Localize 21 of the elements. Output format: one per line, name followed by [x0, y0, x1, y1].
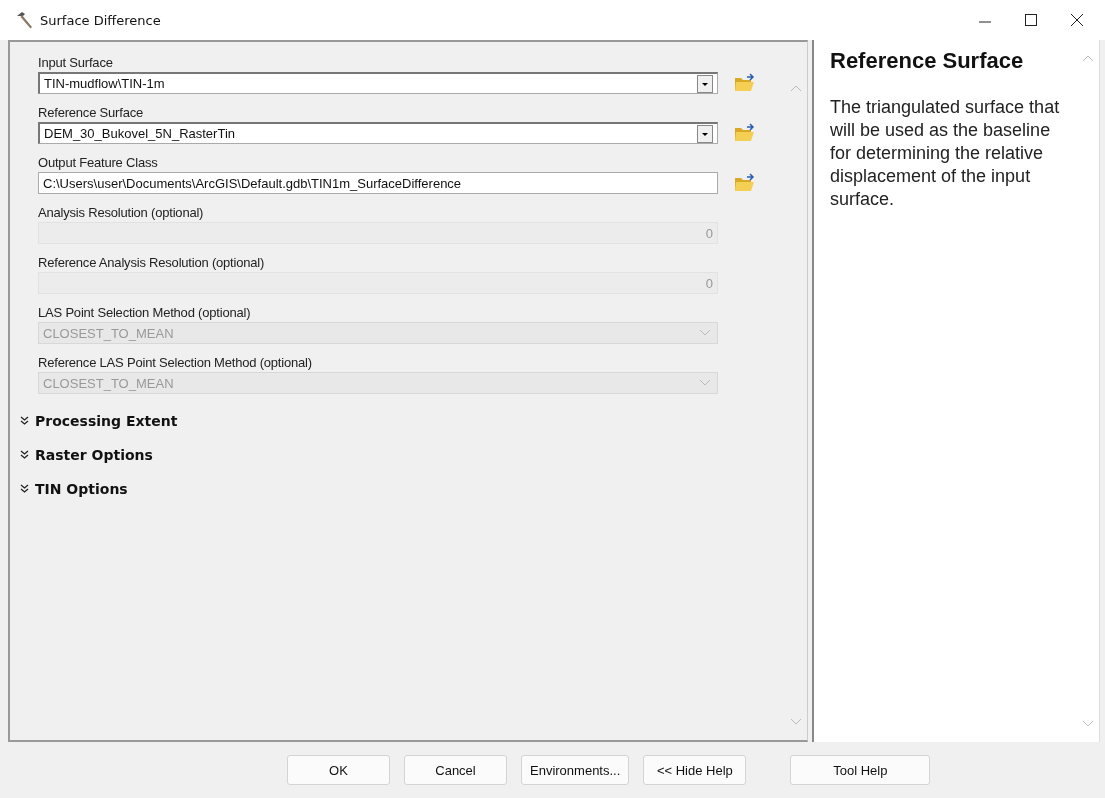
input-field[interactable]: DEM_30_Bukovel_5N_RasterTin	[38, 122, 718, 144]
window-title: Surface Difference	[40, 12, 161, 28]
help-text: The triangulated surface that will be used as the baseline for determining the relative displacement of the input surface.	[830, 96, 1061, 211]
parameter-label: Reference Analysis Resolution (optional)	[38, 254, 266, 272]
input-field[interactable]: TIN-mudflow\TIN-1m	[38, 72, 718, 94]
parameter-label: Output Feature Class	[38, 154, 159, 172]
section-header[interactable]: TIN Options	[20, 472, 785, 506]
input-field[interactable]: C:\Users\user\Documents\ArcGIS\Default.gdb\TIN1m_SurfaceDifference	[38, 172, 718, 194]
parameter-label: Reference LAS Point Selection Method (optional)	[38, 354, 313, 372]
dialog-button[interactable]: Tool Help	[790, 755, 931, 785]
help-title: Reference Surface	[830, 48, 1025, 74]
dialog-button[interactable]: OK	[287, 755, 390, 785]
dialog-button[interactable]: Cancel	[404, 755, 507, 785]
section-header[interactable]: Raster Options	[20, 438, 785, 472]
dialog-button[interactable]: << Hide Help	[643, 755, 747, 785]
dialog-button[interactable]: Environments...	[521, 755, 630, 785]
section-header[interactable]: Processing Extent	[20, 404, 785, 438]
parameter-label: Reference Surface	[38, 104, 144, 122]
parameter-label: Analysis Resolution (optional)	[38, 204, 205, 222]
parameter-label: Input Surface	[38, 54, 114, 72]
parameter-label: LAS Point Selection Method (optional)	[38, 304, 252, 322]
